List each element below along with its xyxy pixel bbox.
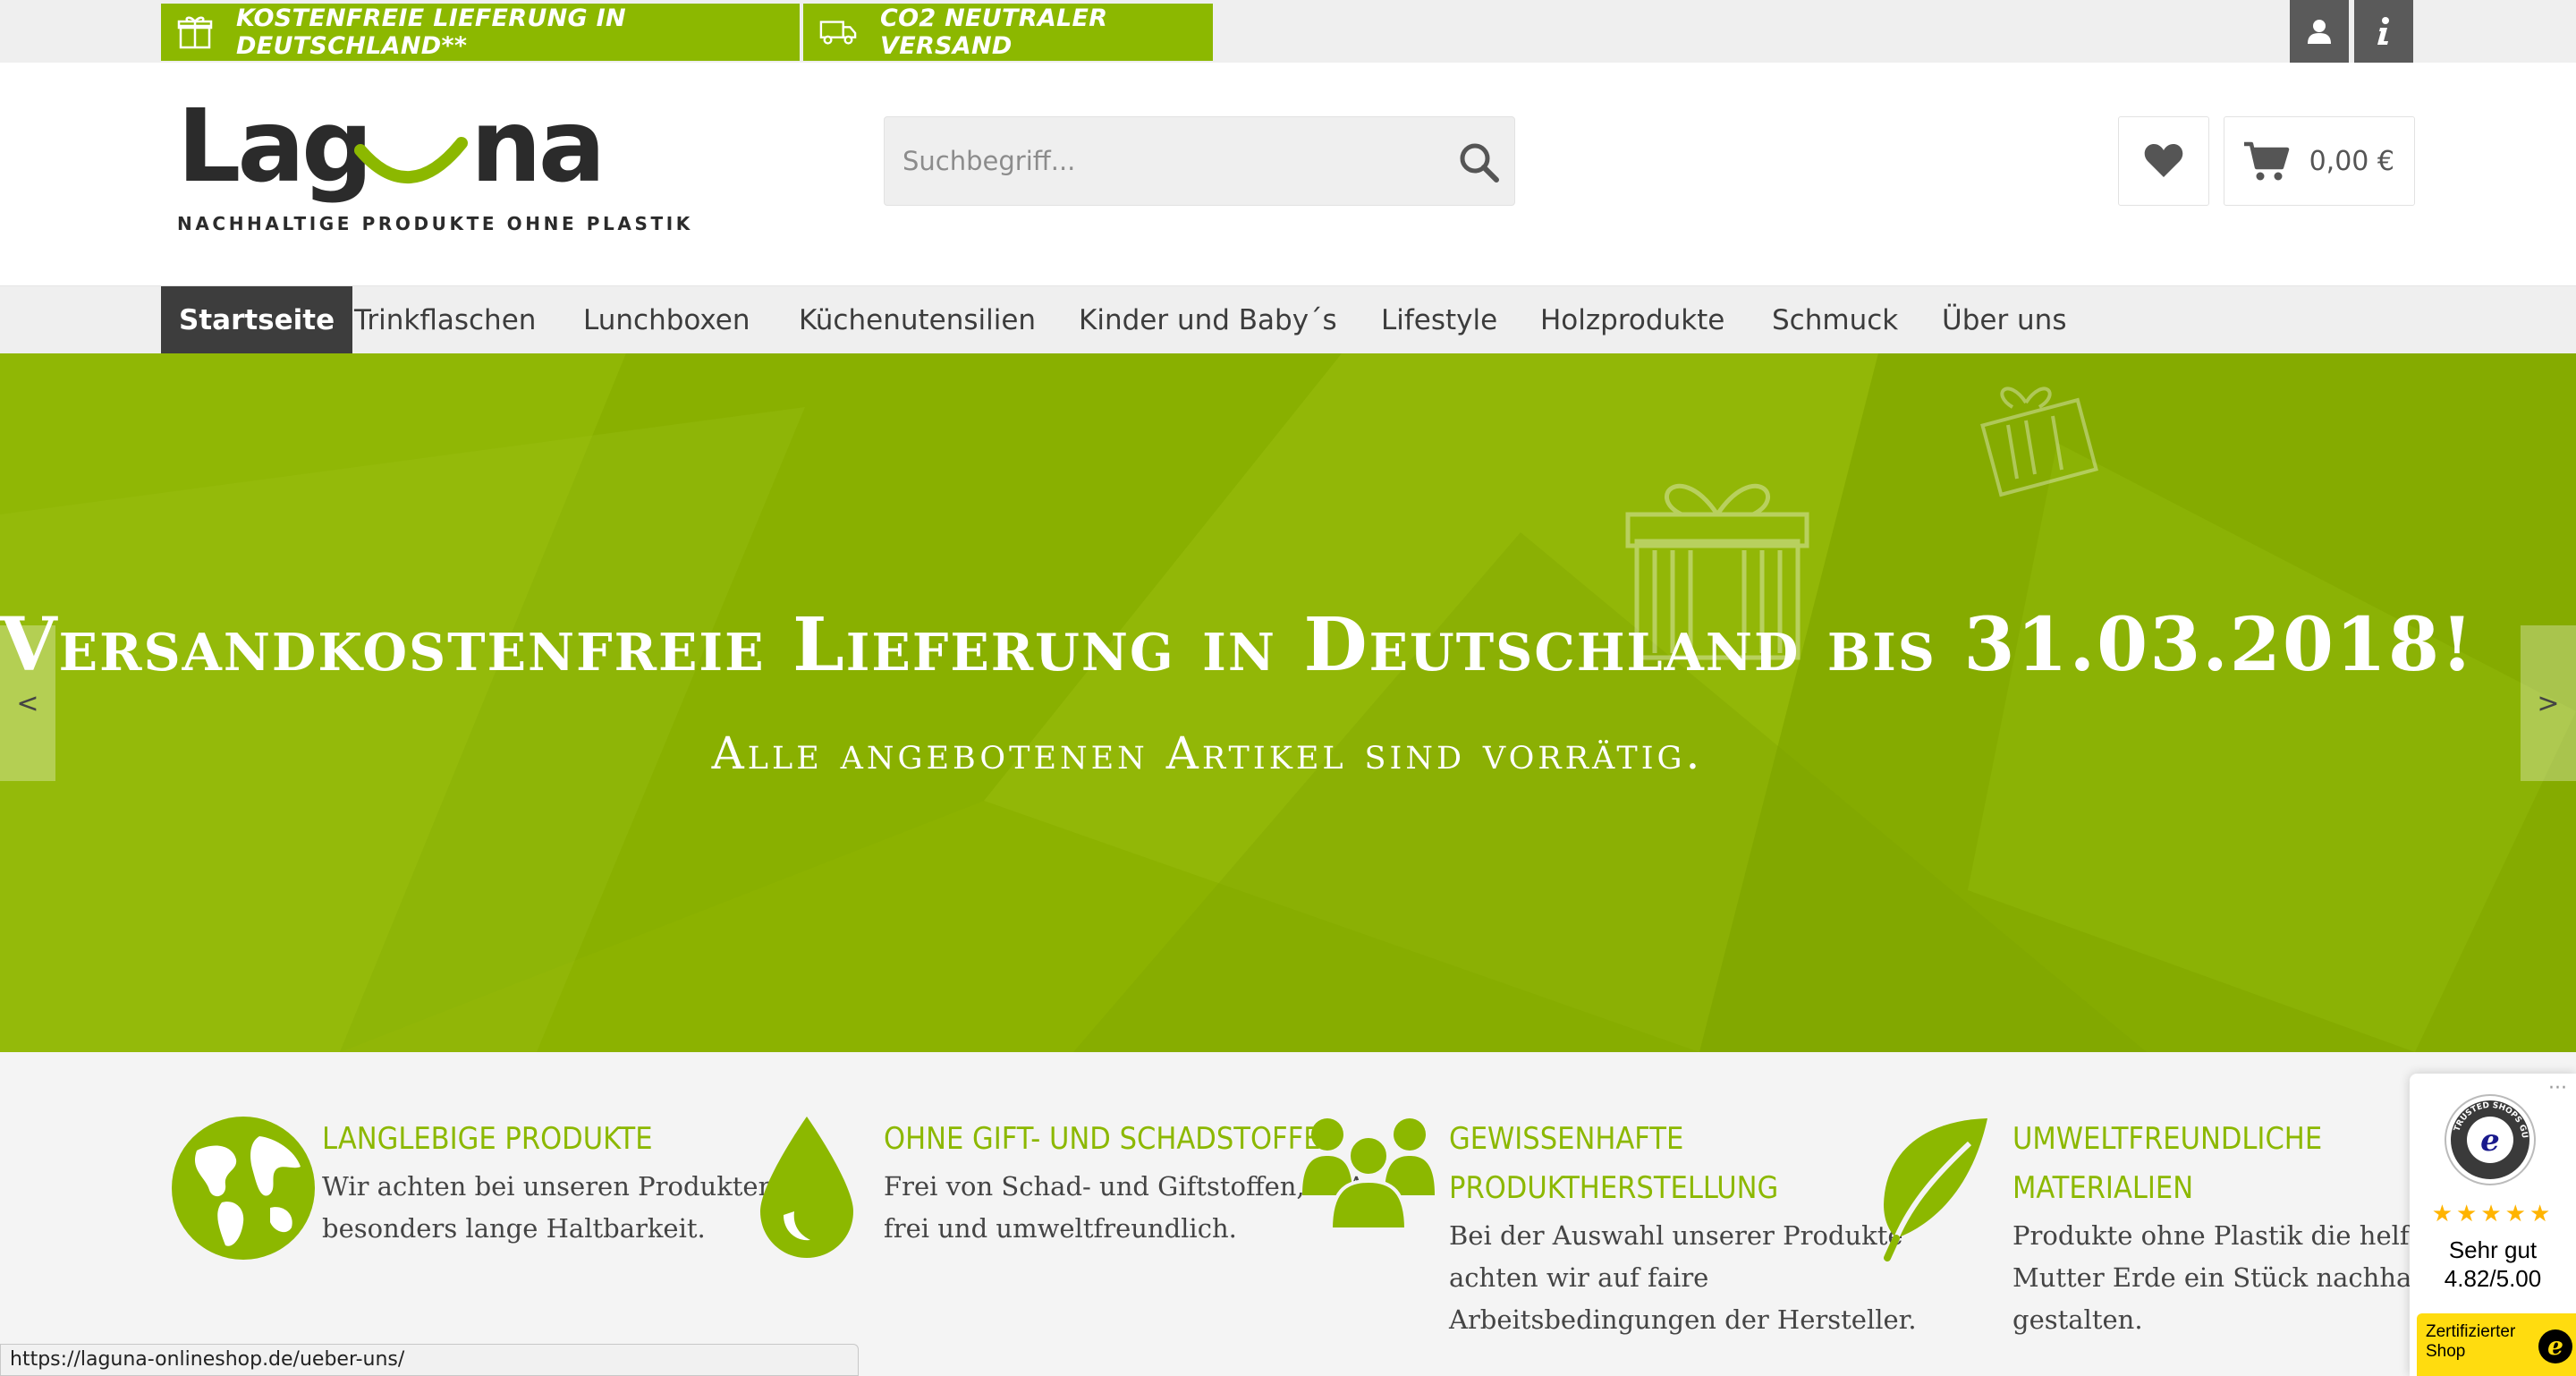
rating-label: Sehr gut [2448,1236,2538,1263]
nav-item-kinder-und-babys[interactable]: Kinder und Baby´s [1061,286,1355,354]
svg-text:e: e [2480,1123,2500,1159]
feature-text: Wir achten bei unseren Produkten auf [322,1171,826,1202]
user-icon [2308,20,2331,44]
feature-text: besonders lange Haltbarkeit. [322,1213,706,1244]
hero-background-pattern [0,353,2576,1052]
top-bar: KOSTENFREIE LIEFERUNG IN DEUTSCHLAND** C… [0,0,2576,63]
main-navigation: Startseite Trinkflaschen Lunchboxen Küch… [0,285,2576,354]
certified-shop-label: Zertifizierter Shop [2426,1322,2516,1361]
water-drop-icon [760,1117,853,1258]
slider-prev-button[interactable]: < [0,625,55,781]
nav-item-ueber-uns[interactable]: Über uns [1924,286,2085,354]
feature-title: MATERIALIEN [2012,1170,2194,1206]
logo-wordmark: Lag na [177,89,606,205]
feature-text: achten wir auf faire [1449,1262,1709,1293]
site-logo[interactable]: Lag na NACHHALTIGE PRODUKTE OHNE PLASTIK [177,89,690,242]
hero-headline: Versandkostenfreie Lieferung in Deutschl… [0,602,2476,688]
more-options-icon[interactable]: ··· [2548,1077,2567,1100]
free-shipping-badge: KOSTENFREIE LIEFERUNG IN DEUTSCHLAND** [161,4,800,61]
co2-neutral-badge: CO2 NEUTRALER VERSAND [803,4,1213,61]
nav-item-trinkflaschen[interactable]: Trinkflaschen [336,286,554,354]
nav-item-startseite[interactable]: Startseite [161,286,353,354]
certified-shop-badge[interactable]: Zertifizierter Shop e [2417,1313,2576,1376]
heart-icon [2144,144,2183,177]
wishlist-button[interactable] [2118,116,2209,206]
rating-score: 4.82/5.00 [2444,1265,2542,1292]
logo-tagline: NACHHALTIGE PRODUKTE OHNE PLASTIK [177,213,693,234]
info-icon [2377,17,2389,45]
co2-neutral-label: CO2 NEUTRALER VERSAND [880,4,1108,60]
browser-status-bar: https://laguna-onlineshop.de/ueber-uns/ [0,1344,859,1376]
feature-text: Produkte ohne Plastik die helfen [2012,1220,2442,1251]
chevron-left-icon: < [16,687,39,719]
nav-item-lunchboxen[interactable]: Lunchboxen [565,286,768,354]
svg-text:na: na [470,98,602,205]
cart-amount: 0,00 € [2309,146,2394,177]
gift-box-icon [177,16,213,49]
cart-button[interactable]: 0,00 € [2224,116,2415,206]
feature-text: gestalten. [2012,1304,2143,1335]
chevron-right-icon: > [2537,687,2560,719]
trusted-shops-e-icon: e [2538,1329,2572,1363]
search-input[interactable] [902,117,1421,205]
nav-item-holzprodukte[interactable]: Holzprodukte [1522,286,1742,354]
feature-title: OHNE GIFT- UND SCHADSTOFFE [884,1121,1321,1157]
account-button[interactable] [2290,0,2349,63]
feature-text: Bei der Auswahl unserer Produkte [1449,1220,1903,1251]
feature-title: UMWELTFREUNDLICHE [2012,1121,2323,1157]
feature-title: GEWISSENHAFTE [1449,1121,1684,1157]
search-box [884,116,1515,206]
feature-text: frei und umweltfreundlich. [884,1213,1237,1244]
info-button[interactable] [2354,0,2413,63]
hero-subline: Alle angebotenen Artikel sind vorrätig. [711,727,1704,779]
features-section: LANGLEBIGE PRODUKTE Wir achten bei unser… [0,1052,2576,1376]
trusted-shops-seal-icon: e TRUSTED SHOPS GUARANTEE [2444,1093,2536,1185]
hero-slider: Versandkostenfreie Lieferung in Deutschl… [0,353,2576,1052]
feature-title: PRODUKTHERSTELLUNG [1449,1170,1779,1206]
svg-text:Lag: Lag [177,98,369,205]
rating-stars: ★★★★★ [2431,1201,2555,1227]
search-icon[interactable] [1455,139,1502,185]
slider-next-button[interactable]: > [2521,625,2576,781]
globe-icon [172,1117,315,1260]
free-shipping-label: KOSTENFREIE LIEFERUNG IN DEUTSCHLAND** [236,4,626,60]
leaf-icon [1884,1118,1987,1261]
trusted-shops-widget[interactable]: ··· e TRUSTED SHOPS GUARANTEE ★★★★★ Sehr… [2410,1074,2576,1376]
feature-text: Arbeitsbedingungen der Hersteller. [1449,1304,1917,1335]
people-group-icon [1302,1118,1435,1231]
cart-icon [2244,141,2290,181]
truck-icon [819,17,857,47]
nav-item-lifestyle[interactable]: Lifestyle [1363,286,1515,354]
nav-item-schmuck[interactable]: Schmuck [1754,286,1916,354]
feature-title: LANGLEBIGE PRODUKTE [322,1121,653,1157]
nav-item-kuechenutensilien[interactable]: Küchenutensilien [781,286,1054,354]
